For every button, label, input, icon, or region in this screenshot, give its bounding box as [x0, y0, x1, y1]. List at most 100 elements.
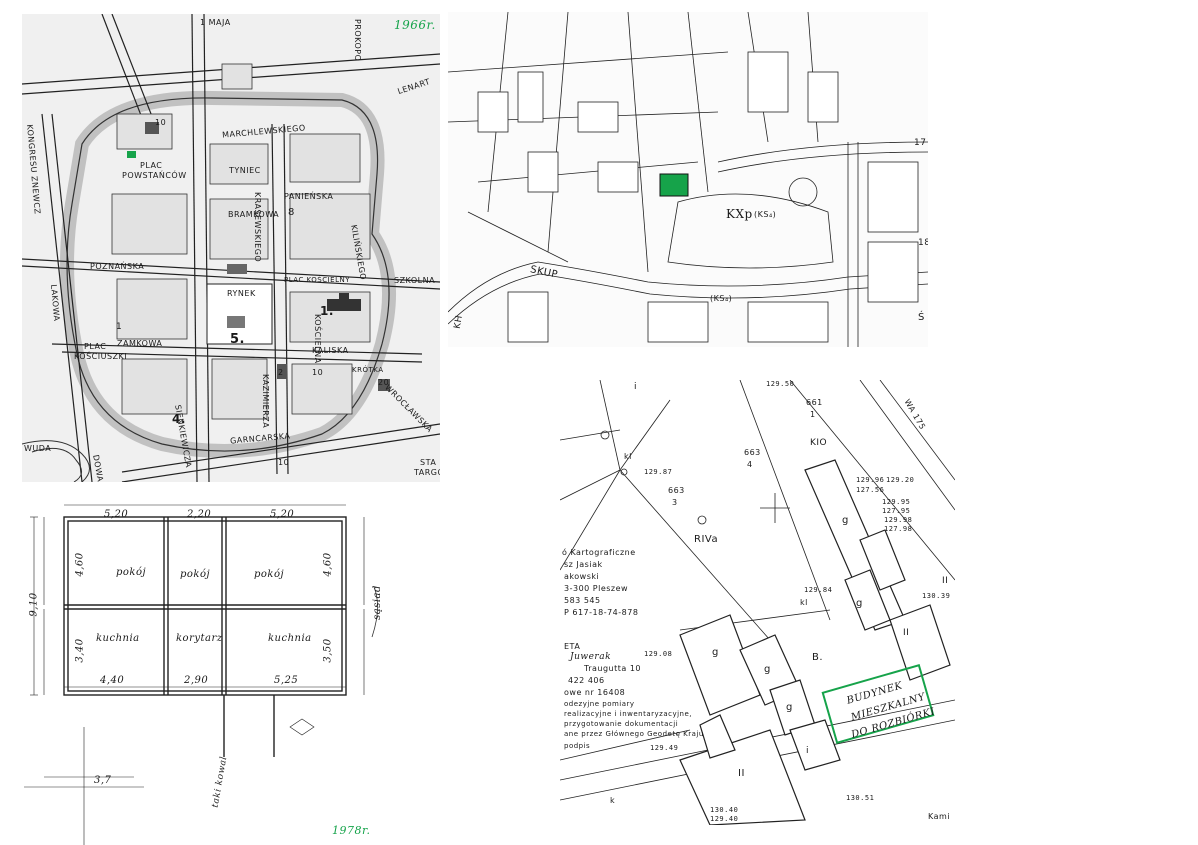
street-label-kazimierza: KAZIMIERZA	[261, 374, 270, 429]
land-code-riva: RIVa	[694, 534, 719, 545]
land-code-b: B.	[812, 652, 824, 663]
stamp-line-6: P 617-18-74-878	[564, 608, 639, 617]
note-line-5: podpis	[564, 742, 591, 750]
cadastral-map-top: KXp (KS₄) SKUP (KS₄) 17 18 KH Ś	[448, 12, 928, 347]
floor-plan-drawing	[24, 504, 378, 845]
map-number-8: 8	[288, 207, 295, 218]
room-label-pokoj-3: pokój	[254, 569, 285, 580]
height-12756: 127.56	[856, 486, 885, 494]
note-line-4: ane przez Głównego Geodetę Kraju	[564, 730, 704, 738]
street-label-krasewskiego: KRASEWSKIEGO	[253, 192, 262, 263]
street-label-tyniec: TYNIEC	[229, 166, 261, 175]
parcel-number-4: 4	[747, 460, 753, 469]
land-code-k: k	[610, 796, 616, 805]
town-plan-drawing	[22, 14, 440, 482]
stamp2-line-5: owe nr 16408	[564, 688, 626, 697]
room-label-kuchnia-1: kuchnia	[96, 633, 140, 644]
dim-label-440: 4,40	[100, 675, 125, 686]
room-label-pokoj-1: pokój	[116, 567, 147, 578]
height-12920: 129.20	[886, 476, 915, 484]
land-code-i-a: i	[634, 382, 638, 392]
side-note-sasiad: sąsiad	[371, 585, 383, 620]
zone-label-ks4-b: (KS₄)	[710, 294, 733, 303]
dim-label-220: 2,20	[187, 509, 212, 520]
street-label-plac-kosciuszki-1: PLAC	[84, 342, 107, 351]
parcel-number-663a: 663	[744, 448, 761, 457]
street-label-prokop: PROKOPO	[353, 19, 362, 62]
edge-label-s: Ś	[918, 312, 925, 323]
sheet-number-17: 17	[914, 138, 927, 148]
zone-label-ks4-a: (KS₄)	[754, 210, 777, 219]
building-code-g-2: g	[856, 598, 863, 609]
height-13051: 130.51	[846, 794, 875, 802]
sheet-number-18: 18	[918, 238, 928, 248]
height-12908: 129.08	[644, 650, 673, 658]
land-code-ii-a: II	[903, 628, 910, 638]
street-label-koscielna: KOŚCIELNA	[313, 314, 322, 364]
street-label-rynek: RYNEK	[227, 289, 256, 298]
note-line-1: odezyjne pomiary	[564, 700, 635, 708]
zone-label-kxp: KXp	[726, 207, 753, 221]
parcel-number-663b: 663	[668, 486, 685, 495]
height-12949: 129.49	[650, 744, 679, 752]
street-label-targowa-1: STA	[420, 458, 437, 467]
cadastral-top-drawing	[448, 12, 928, 347]
note-line-2: realizacyjne i inwentaryzacyjne,	[564, 710, 693, 718]
street-label-plac-kosciuszki-2: KOŚCIUSZKI	[74, 352, 128, 361]
street-label-targowa-2: TARGO	[414, 468, 440, 477]
land-code-ii-b: II	[942, 576, 949, 586]
map-number-10b: 10	[312, 368, 324, 377]
height-12940: 129.40	[710, 815, 739, 823]
map-number-5: 5.	[230, 332, 245, 347]
height-12984: 129.84	[804, 586, 833, 594]
street-label-1-maja: 1 MAJA	[200, 18, 231, 27]
room-label-pokoj-2: pokój	[180, 569, 211, 580]
building-code-g-4: g	[764, 664, 771, 675]
height-12950: 129.50	[766, 380, 795, 388]
note-line-3: przygotowanie dokumentacji	[564, 720, 679, 728]
height-12795: 127.95	[882, 507, 911, 515]
dim-label-460-a: 4,60	[74, 552, 86, 577]
floor-plan: 5,20 2,20 5,20 4,60 4,60 9,10 3,40 3,50 …	[24, 487, 392, 845]
map-number-2: 2	[278, 368, 284, 377]
height-12996: 129.96	[856, 476, 885, 484]
height-12798: 127.98	[884, 525, 913, 533]
stamp2-line-3: Traugutta 10	[584, 664, 642, 673]
building-code-g-1: g	[842, 515, 849, 526]
street-label-krotka: KRÓTKA	[352, 366, 384, 374]
street-label-plac-koscielny: PLAC KOŚCIELNY	[284, 276, 351, 284]
survey-map-drawing	[560, 380, 955, 825]
dim-label-520-b: 5,20	[270, 509, 295, 520]
corner-code: Kami	[928, 812, 951, 821]
parcel-number-661: 661	[806, 398, 823, 407]
building-code-g-3: g	[712, 647, 719, 658]
place-label-powstancow-1: PLAC	[140, 161, 163, 170]
dim-label-290: 2,90	[184, 675, 209, 686]
stamp-line-1: ó Kartograficzne	[562, 548, 636, 557]
height-13040: 130.40	[710, 806, 739, 814]
dim-label-350: 3,50	[322, 638, 334, 663]
room-label-kuchnia-2: kuchnia	[268, 633, 312, 644]
street-label-szkolna: SZKOLNA	[394, 276, 436, 285]
place-label-powstancow-2: POWSTAŃCÓW	[122, 171, 187, 180]
stamp2-line-1: ETA	[564, 642, 581, 651]
land-code-ii-c: II	[738, 768, 745, 779]
stamp-line-4: 3-300 Pleszew	[564, 584, 629, 593]
map-number-10a: 10	[155, 118, 167, 127]
town-plan-map: 1966r. 1 MAJA PROKOPO LENART KONGRESU ZN…	[22, 14, 440, 482]
land-code-i-b: i	[806, 746, 810, 756]
height-12995: 129.95	[882, 498, 911, 506]
stamp2-line-2: Juwerak	[570, 652, 612, 662]
dim-label-520-a: 5,20	[104, 509, 129, 520]
street-label-zamkowa: ZAMKOWA	[117, 339, 163, 348]
year-stamp-1978: 1978r.	[332, 824, 371, 837]
dim-label-340: 3,40	[74, 638, 86, 663]
room-label-korytarz: korytarz	[176, 633, 223, 644]
stamp-line-3: akowski	[564, 572, 600, 581]
map-number-10c: 10	[278, 458, 290, 467]
dim-label-525: 5,25	[274, 675, 299, 686]
street-label-poznanska: POZNAŃSKA	[90, 262, 145, 271]
height-12987: 129.87	[644, 468, 673, 476]
building-code-g-5: g	[786, 702, 793, 713]
land-code-kio: KIO	[810, 438, 828, 448]
